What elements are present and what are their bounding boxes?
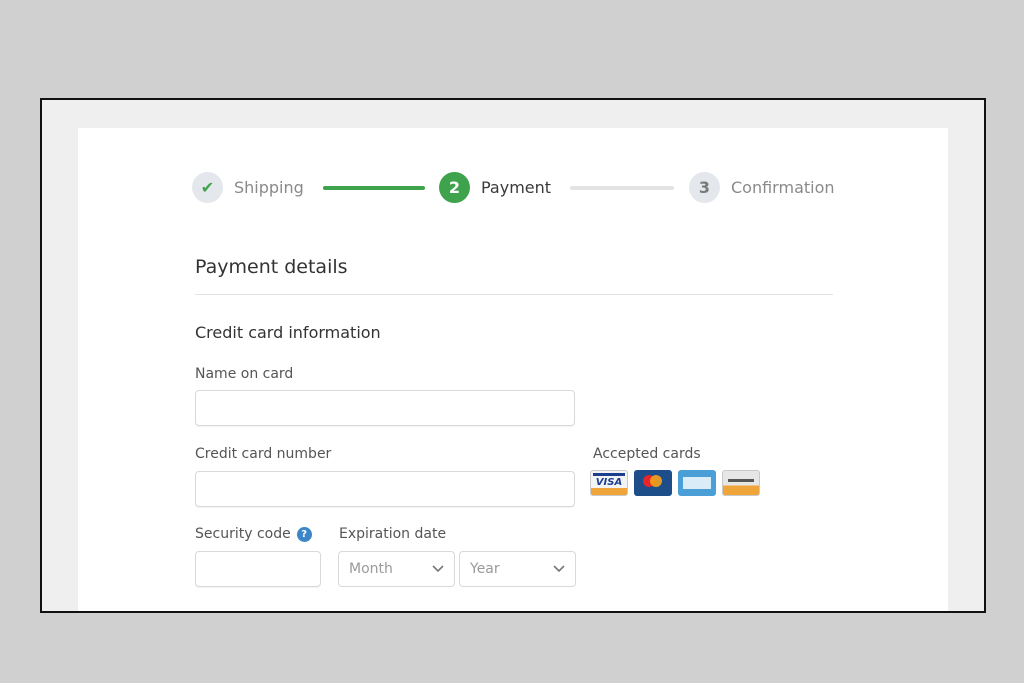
screenshot-frame: ✔ Shipping 2 Payment 3 Confirmation Paym… [40, 98, 986, 613]
accepted-cards: VISA [590, 470, 760, 496]
security-code-input[interactable] [195, 551, 321, 587]
amex-card-icon [678, 470, 716, 496]
step-confirmation-number: 3 [689, 172, 720, 203]
month-select[interactable]: Month [338, 551, 455, 587]
security-code-label-text: Security code [195, 526, 291, 542]
page-title: Payment details [195, 256, 348, 278]
chevron-down-icon [432, 565, 444, 573]
chevron-down-icon [553, 565, 565, 573]
checkout-stepper: ✔ Shipping 2 Payment 3 Confirmation [192, 172, 842, 204]
step-confirmation-label: Confirmation [731, 178, 835, 197]
step-payment-label: Payment [481, 178, 552, 197]
discover-card-icon [722, 470, 760, 496]
expiration-date-label: Expiration date [339, 526, 447, 542]
mastercard-icon [634, 470, 672, 496]
help-icon[interactable]: ? [296, 527, 312, 542]
card-number-label: Credit card number [195, 446, 332, 462]
security-code-label: Security code? [195, 526, 312, 542]
step-payment-number: 2 [439, 172, 470, 203]
progress-bar-completed [323, 186, 425, 190]
title-divider [195, 294, 833, 295]
year-select[interactable]: Year [459, 551, 576, 587]
card-number-input[interactable] [195, 471, 575, 507]
visa-card-icon: VISA [590, 470, 628, 496]
year-select-value: Year [470, 561, 500, 577]
step-shipping-label[interactable]: Shipping [234, 178, 304, 197]
checkout-card: ✔ Shipping 2 Payment 3 Confirmation Paym… [78, 128, 948, 611]
month-select-value: Month [349, 561, 393, 577]
section-title: Credit card information [195, 323, 381, 342]
accepted-cards-label: Accepted cards [593, 446, 701, 462]
step-shipping-check-icon[interactable]: ✔ [192, 172, 223, 203]
name-on-card-input[interactable] [195, 390, 575, 426]
name-on-card-label: Name on card [195, 366, 294, 382]
progress-bar-pending [570, 186, 674, 190]
